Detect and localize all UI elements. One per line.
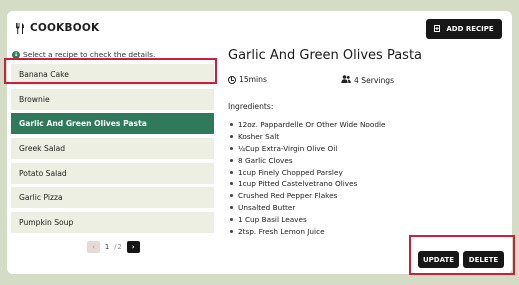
previous-page-button[interactable]: ‹ xyxy=(87,241,100,253)
ingredient-item: Kosher Salt xyxy=(228,131,386,143)
arrow-down-circle-icon: ↓ xyxy=(12,50,20,59)
cookbook-card: COOKBOOK ADD RECIPE ↓ Select a recipe to… xyxy=(4,11,515,275)
app-title-text: COOKBOOK xyxy=(30,22,100,34)
recipe-item-label: Banana Cake xyxy=(19,70,69,79)
ingredient-item: 1cup Finely Chopped Parsley xyxy=(228,166,386,178)
recipe-list: Banana Cake Brownie Garlic And Green Oli… xyxy=(11,64,214,237)
recipe-item-label: Brownie xyxy=(19,94,50,104)
ingredient-item: Crushed Red Pepper Flakes xyxy=(228,190,386,202)
delete-button[interactable]: DELETE xyxy=(463,251,504,268)
update-button[interactable]: UPDATE xyxy=(418,251,459,268)
chevron-left-icon: ‹ xyxy=(92,243,95,251)
next-page-button[interactable]: › xyxy=(126,241,140,253)
prep-time-value: 15mins xyxy=(239,75,267,84)
ingredient-item: 2tsp. Fresh Lemon Juice xyxy=(228,225,386,237)
recipe-item-garlic-pizza[interactable]: Garlic Pizza xyxy=(11,187,214,209)
recipe-item-potato-salad[interactable]: Potato Salad xyxy=(11,162,214,184)
delete-button-label: DELETE xyxy=(468,255,499,264)
select-hint: ↓ Select a recipe to check the details. xyxy=(12,50,155,59)
update-button-label: UPDATE xyxy=(422,255,455,264)
users-icon xyxy=(341,75,351,85)
ingredient-item: 8 Garlic Cloves xyxy=(228,154,386,166)
ingredient-item: 1cup Pitted Castelvetrano Olives xyxy=(228,178,386,190)
recipe-item-brownie[interactable]: Brownie xyxy=(11,88,214,110)
recipe-item-garlic-and-green-olives-pasta[interactable]: Garlic And Green Olives Pasta xyxy=(11,113,214,135)
fork-knife-icon xyxy=(15,22,25,34)
page-separator: / xyxy=(114,243,117,251)
servings: 4 Servings xyxy=(341,75,394,85)
recipe-item-label: Greek Salad xyxy=(19,144,66,154)
chevron-right-icon: › xyxy=(131,243,135,251)
add-recipe-label: ADD RECIPE xyxy=(446,25,494,33)
add-recipe-icon xyxy=(434,24,442,34)
clock-icon xyxy=(228,75,236,84)
app-title: COOKBOOK xyxy=(15,22,99,34)
recipe-item-greek-salad[interactable]: Greek Salad xyxy=(11,138,214,160)
add-recipe-button[interactable]: ADD RECIPE xyxy=(426,19,502,39)
ingredients-heading: Ingredients: xyxy=(228,102,274,111)
servings-value: 4 Servings xyxy=(354,75,395,85)
ingredient-item: 1 Cup Basil Leaves xyxy=(228,213,386,225)
recipe-item-label: Potato Salad xyxy=(19,168,67,178)
ingredient-item: 12oz. Pappardelle Or Other Wide Noodle xyxy=(228,119,386,131)
select-hint-text: Select a recipe to check the details. xyxy=(23,50,156,59)
ingredients-list: 12oz. Pappardelle Or Other Wide Noodle K… xyxy=(228,119,386,237)
ingredient-item: Unsalted Butter xyxy=(228,202,386,214)
recipe-item-label: Garlic And Green Olives Pasta xyxy=(19,119,147,129)
recipe-item-label: Pumpkin Soup xyxy=(19,218,74,228)
recipe-title: Garlic And Green Olives Pasta xyxy=(228,48,423,63)
recipe-item-pumpkin-soup[interactable]: Pumpkin Soup xyxy=(11,212,214,234)
current-page: 1 xyxy=(105,243,110,251)
total-pages: 2 xyxy=(117,243,122,251)
pagination: ‹ 1 / 2 › xyxy=(87,241,140,253)
ingredient-item: ¼Cup Extra-Virgin Olive Oil xyxy=(228,143,386,155)
recipe-item-label: Garlic Pizza xyxy=(19,193,63,203)
prep-time: 15mins xyxy=(228,75,267,84)
recipe-item-banana-cake[interactable]: Banana Cake xyxy=(11,64,214,85)
